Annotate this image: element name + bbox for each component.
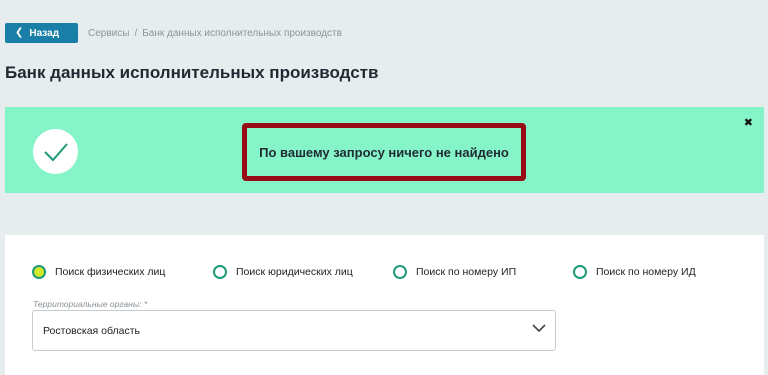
radio-ip-number[interactable]: Поиск по номеру ИП [393,265,573,279]
territory-label: Территориальные органы: * [33,299,148,309]
breadcrumb-separator: / [134,27,138,39]
radio-label: Поиск по номеру ИП [416,266,517,278]
breadcrumb-services[interactable]: Сервисы [88,28,129,39]
radio-id-number[interactable]: Поиск по номеру ИД [573,265,696,279]
radio-indicator [393,265,407,279]
alert-message: По вашему запросу ничего не найдено [259,144,509,160]
close-icon[interactable]: ✖ [744,116,753,129]
radio-label: Поиск юридических лиц [236,266,353,278]
territory-value: Ростовская область [43,324,141,337]
radio-indicator [213,265,227,279]
radio-indicator [573,265,587,279]
page-title: Банк данных исполнительных производств [5,63,379,82]
territory-select[interactable]: Ростовская область [32,310,556,351]
check-icon [33,129,78,174]
result-alert: По вашему запросу ничего не найдено ✖ [5,107,764,193]
back-button-label: Назад [29,27,60,39]
radio-individuals[interactable]: Поиск физических лиц [32,265,213,279]
radio-legal-entities[interactable]: Поиск юридических лиц [213,265,393,279]
search-form: Поиск физических лиц Поиск юридических л… [5,235,764,375]
chevron-down-icon [532,324,546,336]
back-button[interactable]: ❮ Назад [5,23,78,43]
message-highlight: По вашему запросу ничего не найдено [242,123,526,181]
radio-indicator [32,265,46,279]
radio-label: Поиск по номеру ИД [596,266,696,278]
breadcrumb: Сервисы / Банк данных исполнительных про… [88,28,342,39]
top-navigation: ❮ Назад Сервисы / Банк данных исполнител… [5,23,342,43]
search-type-group: Поиск физических лиц Поиск юридических л… [32,265,696,279]
chevron-left-icon: ❮ [15,27,24,38]
breadcrumb-current: Банк данных исполнительных производств [142,27,342,39]
radio-label: Поиск физических лиц [55,266,166,278]
